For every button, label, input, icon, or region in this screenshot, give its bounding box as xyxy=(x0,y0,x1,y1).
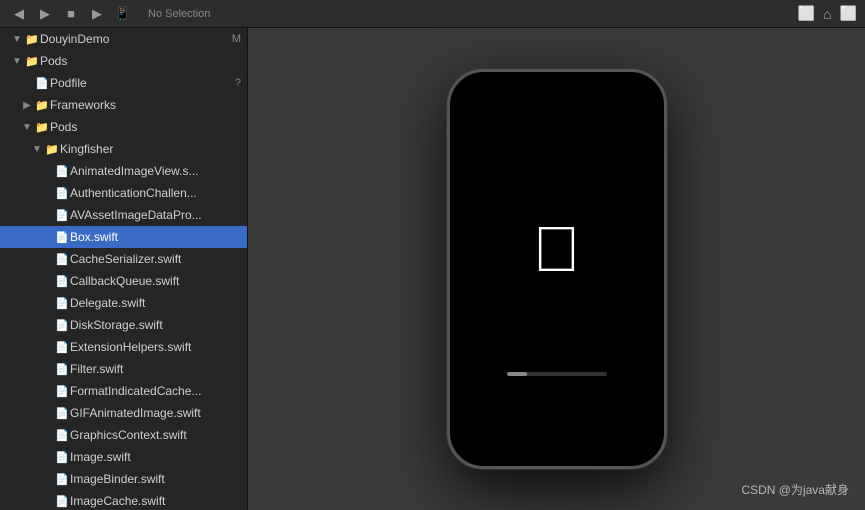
group-file-icon: 📁 xyxy=(44,143,60,156)
main-content: ▼📁DouyinDemoM▼📁Pods 📄Podfile?▶📁Framework… xyxy=(0,28,865,510)
item-label: Kingfisher xyxy=(60,142,241,156)
toolbar-right: ⬜ ⌂ ⬜ xyxy=(798,5,857,22)
chevron-icon: ▼ xyxy=(10,34,24,45)
item-label: Image.swift xyxy=(70,450,241,464)
swift-file-icon: 📄 xyxy=(54,231,70,244)
sidebar-item-GIFAnimatedImage[interactable]: 📄GIFAnimatedImage.swift xyxy=(0,402,247,424)
device-selector[interactable]: 📱 xyxy=(112,3,134,25)
sidebar-item-GraphicsContext[interactable]: 📄GraphicsContext.swift xyxy=(0,424,247,446)
chevron-icon: ▼ xyxy=(20,122,34,133)
item-label: ImageBinder.swift xyxy=(70,472,241,486)
item-label: Pods xyxy=(40,54,241,68)
forward-button[interactable]: ▶ xyxy=(34,3,56,25)
sidebar-item-Filter[interactable]: 📄Filter.swift xyxy=(0,358,247,380)
item-label: CacheSerializer.swift xyxy=(70,252,241,266)
swift-file-icon: 📄 xyxy=(54,451,70,464)
swift-file-icon: 📄 xyxy=(54,187,70,200)
chevron-icon: ▼ xyxy=(30,144,44,155)
item-label: AnimatedImageView.s... xyxy=(70,164,241,178)
item-label: DouyinDemo xyxy=(40,32,228,46)
item-label: ExtensionHelpers.swift xyxy=(70,340,241,354)
chevron-icon: ▶ xyxy=(20,100,34,111)
item-label: CallbackQueue.swift xyxy=(70,274,241,288)
swift-file-icon: 📄 xyxy=(54,407,70,420)
group-file-icon: 📁 xyxy=(24,55,40,68)
item-label: GraphicsContext.swift xyxy=(70,428,241,442)
top-bar: ◀ ▶ ■ ▶ 📱 No Selection ⬜ ⌂ ⬜ xyxy=(0,0,865,28)
no-selection-label: No Selection xyxy=(148,8,210,20)
sidebar-item-Delegate[interactable]: 📄Delegate.swift xyxy=(0,292,247,314)
phone-mockup:  xyxy=(447,69,667,469)
chevron-icon: ▼ xyxy=(10,56,24,67)
swift-file-icon: 📄 xyxy=(54,495,70,508)
sidebar-item-kingfisher[interactable]: ▼📁Kingfisher xyxy=(0,138,247,160)
swift-file-icon: 📄 xyxy=(54,319,70,332)
sidebar-item-pods-sub[interactable]: ▼📁Pods xyxy=(0,116,247,138)
sidebar-item-AnimatedImageView[interactable]: 📄AnimatedImageView.s... xyxy=(0,160,247,182)
back-button[interactable]: ◀ xyxy=(8,3,30,25)
swift-file-icon: 📄 xyxy=(54,341,70,354)
sidebar-item-CallbackQueue[interactable]: 📄CallbackQueue.swift xyxy=(0,270,247,292)
sidebar-item-ImageBinder[interactable]: 📄ImageBinder.swift xyxy=(0,468,247,490)
sidebar-item-AVAssetImageDataPro[interactable]: 📄AVAssetImageDataPro... xyxy=(0,204,247,226)
swift-file-icon: 📄 xyxy=(54,473,70,486)
swift-file-icon: 📄 xyxy=(54,429,70,442)
swift-file-icon: 📄 xyxy=(54,165,70,178)
item-label: Delegate.swift xyxy=(70,296,241,310)
watermark-text: CSDN @为java献身 xyxy=(741,481,849,498)
item-badge: ? xyxy=(235,77,241,89)
item-label: Filter.swift xyxy=(70,362,241,376)
sidebar-item-douyin-demo[interactable]: ▼📁DouyinDemo M xyxy=(0,28,247,50)
item-label: FormatIndicatedCache... xyxy=(70,384,241,398)
item-label: AuthenticationChallen... xyxy=(70,186,241,200)
group-file-icon: 📁 xyxy=(24,33,40,46)
sidebar-item-pods-root[interactable]: ▼📁Pods xyxy=(0,50,247,72)
group-file-icon: 📁 xyxy=(34,99,50,112)
item-label: Pods xyxy=(50,120,241,134)
home-icon[interactable]: ⌂ xyxy=(823,6,831,22)
sidebar-item-CacheSerializer[interactable]: 📄CacheSerializer.swift xyxy=(0,248,247,270)
preview-area:  CSDN @为java献身 xyxy=(248,28,865,510)
sidebar-item-frameworks[interactable]: ▶📁Frameworks xyxy=(0,94,247,116)
item-label: ImageCache.swift xyxy=(70,494,241,508)
camera-icon[interactable]: ⬜ xyxy=(798,5,815,22)
swift-file-icon: 📄 xyxy=(54,209,70,222)
file-navigator: ▼📁DouyinDemoM▼📁Pods 📄Podfile?▶📁Framework… xyxy=(0,28,248,510)
item-label: Box.swift xyxy=(70,230,241,244)
phone-screen:  xyxy=(450,72,664,466)
sidebar-item-AuthenticationChallen[interactable]: 📄AuthenticationChallen... xyxy=(0,182,247,204)
item-label: Podfile xyxy=(50,76,231,90)
group-file-icon: 📁 xyxy=(34,121,50,134)
progress-fill xyxy=(507,372,527,376)
run-button[interactable]: ▶ xyxy=(86,3,108,25)
share-icon[interactable]: ⬜ xyxy=(840,5,857,22)
sidebar-item-ImageCache[interactable]: 📄ImageCache.swift xyxy=(0,490,247,510)
swift-file-icon: 📄 xyxy=(54,385,70,398)
stop-button[interactable]: ■ xyxy=(60,3,82,25)
item-badge: M xyxy=(232,33,241,45)
swift-file-icon: 📄 xyxy=(54,275,70,288)
sidebar-item-Box[interactable]: 📄Box.swift xyxy=(0,226,247,248)
apple-logo-icon:  xyxy=(533,217,581,281)
toolbar-icons: ◀ ▶ ■ ▶ 📱 xyxy=(8,3,134,25)
sidebar-item-FormatIndicatedCache[interactable]: 📄FormatIndicatedCache... xyxy=(0,380,247,402)
swift-file-icon: 📄 xyxy=(54,363,70,376)
sidebar-item-DiskStorage[interactable]: 📄DiskStorage.swift xyxy=(0,314,247,336)
item-label: AVAssetImageDataPro... xyxy=(70,208,241,222)
file-file-icon: 📄 xyxy=(34,77,50,90)
swift-file-icon: 📄 xyxy=(54,297,70,310)
item-label: DiskStorage.swift xyxy=(70,318,241,332)
sidebar-item-ExtensionHelpers[interactable]: 📄ExtensionHelpers.swift xyxy=(0,336,247,358)
sidebar-item-podfile[interactable]: 📄Podfile? xyxy=(0,72,247,94)
sidebar-item-Image[interactable]: 📄Image.swift xyxy=(0,446,247,468)
boot-progress-bar xyxy=(507,372,607,376)
swift-file-icon: 📄 xyxy=(54,253,70,266)
item-label: GIFAnimatedImage.swift xyxy=(70,406,241,420)
item-label: Frameworks xyxy=(50,98,241,112)
